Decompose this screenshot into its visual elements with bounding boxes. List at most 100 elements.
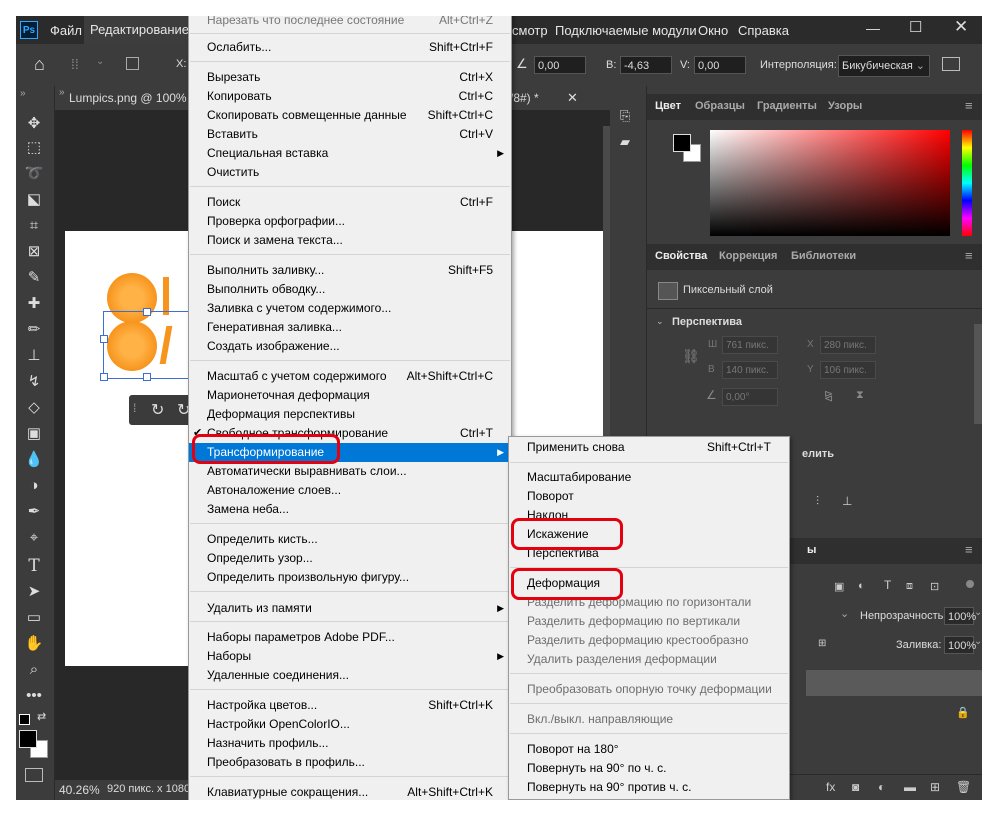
panel-menu-icon[interactable]: ≡	[965, 98, 973, 113]
drag-handle-icon[interactable]: ⁞	[133, 401, 136, 415]
hue-slider[interactable]	[962, 130, 972, 236]
hand-tool-icon[interactable]: ✋	[24, 634, 44, 654]
x-field[interactable]: 280 пикс.	[820, 336, 876, 354]
v-field[interactable]: 0,00	[694, 56, 746, 74]
transform-handle[interactable]	[143, 373, 151, 381]
rotate-icon[interactable]: ↻	[151, 400, 164, 420]
close-tab-icon[interactable]: ✕	[567, 90, 578, 106]
quick-selection-tool-icon[interactable]: ⬕	[24, 190, 44, 210]
menu-item-paste-special[interactable]: Специальная вставка ▶	[189, 144, 511, 163]
menu-item-cut[interactable]: Вырезать Ctrl+X	[189, 68, 511, 87]
menu-item-rotate-90-cw[interactable]: Повернуть на 90° по ч. с.	[509, 759, 789, 778]
filter-shape-icon[interactable]: ⧈	[906, 580, 913, 593]
filter-type-icon[interactable]: T	[884, 578, 891, 592]
opacity-field[interactable]: 100%	[944, 607, 976, 625]
collapse-icon[interactable]: »	[20, 88, 26, 99]
trash-icon[interactable]: 🗑	[956, 780, 971, 794]
healing-brush-tool-icon[interactable]: ✚	[24, 294, 44, 314]
tab-properties[interactable]: Свойства	[655, 250, 707, 262]
lock-transparent-icon[interactable]: ⊞	[818, 638, 826, 649]
panel-menu-icon[interactable]: ≡	[965, 542, 973, 557]
collapse-icon[interactable]: »	[59, 87, 65, 98]
flip-vertical-icon[interactable]: ⧗	[856, 389, 864, 402]
crop-tool-icon[interactable]: ⌗	[24, 216, 44, 236]
menu-item-search[interactable]: Поиск Ctrl+F	[189, 193, 511, 212]
history-brush-tool-icon[interactable]: ↯	[24, 372, 44, 392]
type-tool-icon[interactable]: T	[24, 556, 44, 576]
foreground-color-swatch[interactable]	[19, 730, 37, 748]
menu-item-puppet-warp[interactable]: Марионеточная деформация	[189, 386, 511, 405]
b-field[interactable]: -4,63	[620, 56, 672, 74]
properties-scrollbar[interactable]	[974, 324, 982, 424]
menu-item-purge[interactable]: Удалить из памяти ▶	[189, 599, 511, 618]
transform-handle[interactable]	[100, 335, 108, 343]
menu-item-color-settings[interactable]: Настройка цветов... Shift+Ctrl+K	[189, 696, 511, 715]
filter-smart-object-icon[interactable]: ⊡	[930, 580, 939, 593]
document-tab-1[interactable]: Lumpics.png @ 100% (	[69, 91, 194, 105]
close-icon[interactable]: ✕	[954, 17, 968, 37]
menu-item-remove-warp-split[interactable]: Удалить разделения деформации	[509, 650, 789, 669]
menu-item-assign-profile[interactable]: Назначить профиль...	[189, 734, 511, 753]
menu-item-auto-align-layers[interactable]: Автоматически выравнивать слои...	[189, 462, 511, 481]
zoom-level[interactable]: 40.26%	[59, 783, 100, 797]
align-icon[interactable]: ⫶	[816, 494, 819, 509]
transform-bounding-box[interactable]	[103, 311, 189, 379]
menu-window[interactable]: Окно	[698, 23, 728, 38]
tab-swatches[interactable]: Образцы	[695, 100, 745, 112]
menu-item-auto-blend-layers[interactable]: Автоналожение слоев...	[189, 481, 511, 500]
menu-file[interactable]: Файл	[50, 23, 82, 38]
tab-patterns[interactable]: Узоры	[828, 100, 862, 112]
quick-mask-icon[interactable]	[25, 768, 43, 782]
swap-colors-icon[interactable]: ⇄	[37, 710, 46, 723]
transform-handle[interactable]	[100, 373, 108, 381]
menu-item-content-aware-fill[interactable]: Заливка с учетом содержимого...	[189, 299, 511, 318]
menu-item-rotate[interactable]: Поворот	[509, 487, 789, 506]
menu-item-keyboard-shortcuts[interactable]: Клавиатурные сокращения... Alt+Shift+Ctrl…	[189, 783, 511, 800]
comments-icon[interactable]: ▰	[620, 134, 630, 150]
width-field[interactable]: 761 пикс.	[722, 336, 778, 354]
menu-item-scale[interactable]: Масштабирование	[509, 468, 789, 487]
lasso-tool-icon[interactable]: ➰	[24, 164, 44, 184]
stamp-tool-icon[interactable]: ⊥	[24, 346, 44, 366]
menu-view[interactable]: смотр	[512, 23, 548, 38]
new-layer-icon[interactable]: ⊞	[930, 780, 940, 794]
chevron-down-icon[interactable]: ⌄	[656, 316, 664, 327]
warp-toggle-icon[interactable]	[942, 57, 960, 71]
menu-item-pdf-presets[interactable]: Наборы параметров Adobe PDF...	[189, 628, 511, 647]
chevron-down-icon[interactable]: ⌄	[840, 607, 849, 620]
flip-horizontal-icon[interactable]: ⧎	[824, 389, 833, 402]
fx-icon[interactable]: fx	[826, 780, 835, 794]
filter-image-icon[interactable]: ▣	[834, 580, 844, 593]
link-icon[interactable]: ⛓	[682, 348, 700, 365]
interpolation-select[interactable]: Бикубическая ⌄	[838, 55, 930, 77]
new-group-icon[interactable]: ▬	[904, 780, 916, 794]
chevron-down-icon[interactable]: ⌄	[974, 607, 982, 618]
pen-tool-icon[interactable]: ✒	[24, 502, 44, 522]
menu-item-convert-profile[interactable]: Преобразовать в профиль...	[189, 753, 511, 772]
menu-item-define-pattern[interactable]: Определить узор...	[189, 549, 511, 568]
menu-item-convert-warp-anchor[interactable]: Преобразовать опорную точку деформации	[509, 680, 789, 699]
menu-item-clear[interactable]: Очистить	[189, 163, 511, 182]
eraser-tool-icon[interactable]: ◇	[24, 398, 44, 418]
menu-item-copy-merged[interactable]: Скопировать совмещенные данные Shift+Ctrl…	[189, 106, 511, 125]
menu-item-split-warp-vertical[interactable]: Разделить деформацию по вертикали	[509, 612, 789, 631]
menu-item-again[interactable]: Применить снова Shift+Ctrl+T	[509, 438, 789, 457]
filter-toggle[interactable]	[966, 580, 974, 588]
more-tools-icon[interactable]: •••	[24, 686, 44, 706]
transform-handle[interactable]	[143, 308, 151, 316]
tab-layers-partial[interactable]: ы	[807, 544, 816, 556]
menu-item-paste[interactable]: Вставить Ctrl+V	[189, 125, 511, 144]
align-icon-2[interactable]: ⊥	[842, 494, 852, 508]
chevron-down-icon[interactable]: ⌄	[974, 636, 982, 647]
foreground-swatch[interactable]	[673, 134, 691, 152]
angle-field[interactable]: 0,00	[534, 56, 586, 74]
history-icon[interactable]: ⎘	[620, 108, 630, 124]
reference-point-checkbox[interactable]	[126, 57, 139, 70]
blur-tool-icon[interactable]: 💧	[24, 450, 44, 470]
default-colors-icon[interactable]	[19, 714, 30, 725]
height-field[interactable]: 140 пикс.	[722, 361, 778, 379]
menu-item-presets[interactable]: Наборы ▶	[189, 647, 511, 666]
chevron-down-icon[interactable]: ⌄	[96, 56, 104, 67]
menu-item-generative-fill[interactable]: Генеративная заливка...	[189, 318, 511, 337]
pen-tool-icon-2[interactable]: ⌖	[24, 528, 44, 548]
